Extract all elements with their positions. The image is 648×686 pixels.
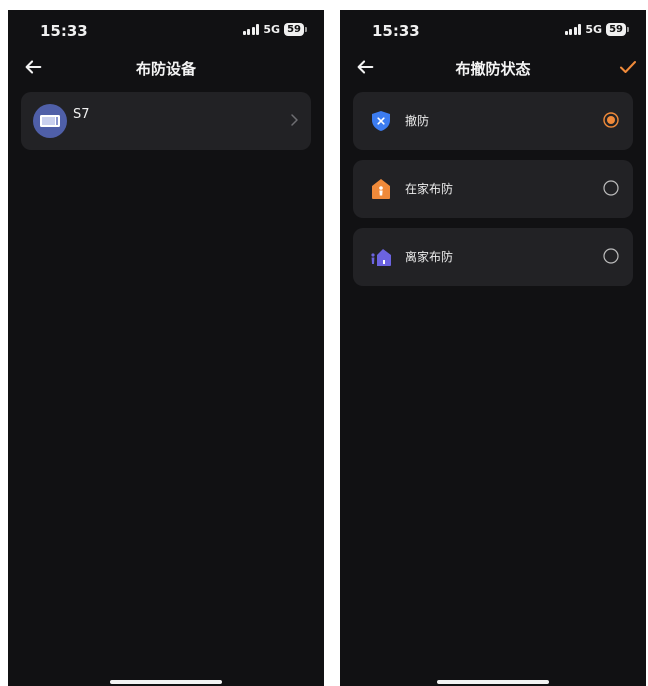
radio-selected[interactable] xyxy=(603,112,619,128)
network-type: 5G xyxy=(263,23,281,36)
status-time: 15:33 xyxy=(40,22,88,40)
option-label: 离家布防 xyxy=(405,250,454,264)
arming-status-screen: 15:33 5G 59 布撤防状态 撤防 在家布防 离家布防 xyxy=(340,10,646,686)
chevron-right-icon xyxy=(291,114,298,126)
arming-device-screen: 15:33 5G 59 布防设备 S7 xyxy=(8,10,324,686)
option-home-arm[interactable]: 在家布防 xyxy=(353,160,633,218)
option-disarm[interactable]: 撤防 xyxy=(353,92,633,150)
radio-unselected[interactable] xyxy=(603,248,619,264)
device-list-item[interactable]: S7 xyxy=(21,92,311,150)
nav-bar: 布防设备 xyxy=(8,52,324,82)
checkmark-icon[interactable] xyxy=(618,57,638,77)
status-indicators: 5G 59 xyxy=(242,23,307,36)
signal-icon xyxy=(242,24,260,35)
radio-unselected[interactable] xyxy=(603,180,619,196)
option-label: 在家布防 xyxy=(405,182,454,196)
home-person-icon xyxy=(372,179,390,199)
nav-bar: 布撤防状态 xyxy=(340,52,646,82)
device-icon xyxy=(33,104,67,138)
option-away-arm[interactable]: 离家布防 xyxy=(353,228,633,286)
status-time: 15:33 xyxy=(372,22,420,40)
home-indicator[interactable] xyxy=(110,680,222,684)
page-title: 布防设备 xyxy=(135,60,196,78)
device-name: S7 xyxy=(73,107,90,122)
battery-icon: 59 xyxy=(284,23,307,36)
status-bar: 15:33 5G 59 xyxy=(340,10,646,52)
network-type: 5G xyxy=(585,23,603,36)
status-bar: 15:33 5G 59 xyxy=(8,10,324,52)
shield-x-icon xyxy=(372,111,390,131)
home-indicator[interactable] xyxy=(437,680,549,684)
battery-icon: 59 xyxy=(606,23,629,36)
signal-icon xyxy=(564,24,582,35)
status-indicators: 5G 59 xyxy=(564,23,629,36)
option-label: 撤防 xyxy=(405,114,430,128)
away-home-icon xyxy=(371,249,391,266)
page-title: 布撤防状态 xyxy=(455,60,531,78)
